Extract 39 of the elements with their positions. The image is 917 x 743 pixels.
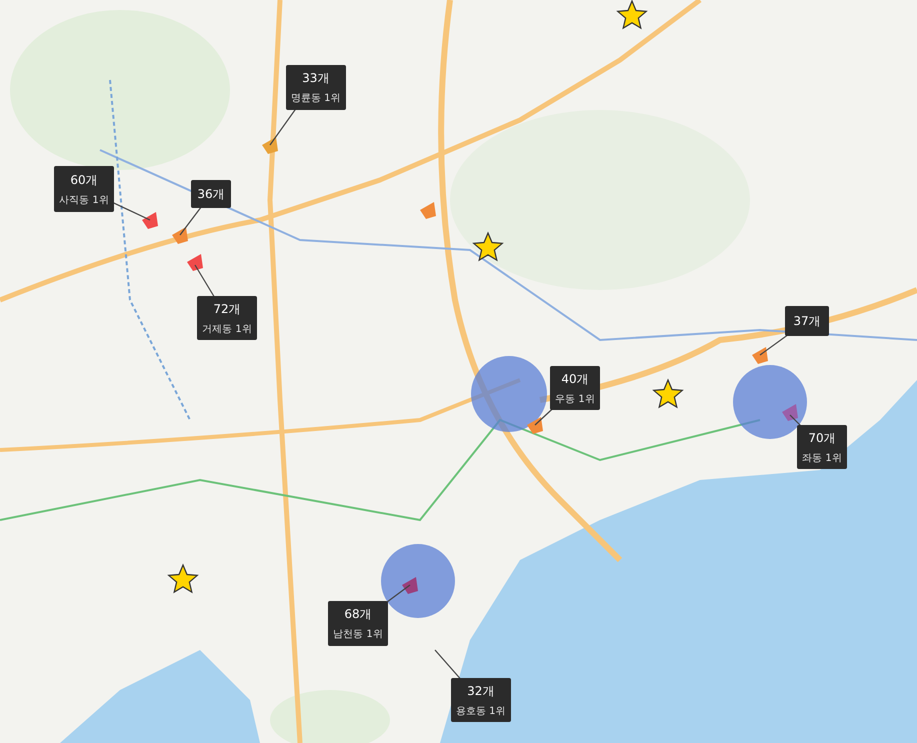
area-shape	[527, 417, 543, 434]
count-label: 37개	[793, 312, 821, 330]
star-icon[interactable]	[472, 231, 504, 262]
rank-label: 사직동 1위	[59, 194, 109, 206]
area-shape	[262, 137, 278, 154]
count-label: 40개	[561, 370, 589, 388]
count-label: 70개	[808, 430, 836, 446]
area-shape	[782, 404, 798, 421]
count-callout[interactable]: 72개 거제동 1위	[197, 296, 257, 340]
count-callout[interactable]: 33개 명륜동 1위	[286, 65, 346, 110]
star-icon[interactable]	[652, 378, 684, 408]
star-icon[interactable]	[616, 0, 648, 30]
count-label: 33개	[302, 70, 330, 87]
area-shape	[187, 254, 203, 271]
count-callout[interactable]: 37개	[785, 306, 829, 336]
count-callout[interactable]: 60개 사직동 1위	[54, 166, 114, 212]
count-label: 36개	[197, 186, 225, 202]
star-icon[interactable]	[167, 563, 199, 594]
area-shape	[752, 347, 768, 364]
count-callout[interactable]: 32개 용호동 1위	[451, 678, 511, 722]
count-callout[interactable]: 70개 좌동 1위	[797, 425, 847, 469]
count-callout[interactable]: 40개 우동 1위	[550, 366, 600, 410]
area-shape	[142, 212, 158, 229]
count-callout[interactable]: 68개 남천동 1위	[328, 601, 388, 646]
rank-label: 거제동 1위	[202, 322, 252, 336]
area-shape	[172, 227, 188, 244]
rank-label: 명륜동 1위	[291, 92, 341, 105]
count-callout[interactable]: 36개	[191, 180, 231, 208]
rank-label: 용호동 1위	[456, 704, 506, 718]
area-shape	[420, 202, 436, 219]
count-label: 32개	[467, 682, 494, 700]
area-shape	[402, 577, 418, 594]
count-label: 68개	[344, 606, 372, 623]
rank-label: 우동 1위	[555, 392, 595, 406]
count-label: 72개	[213, 300, 241, 318]
map-view[interactable]: 33개 명륜동 1위 60개 사직동 1위 36개 72개 거제동 1위 40개 우동 1위 37개 70개 좌동 1위 68개 남천동 1위 32개 용호동 1위	[0, 0, 917, 743]
rank-label: 좌동 1위	[802, 452, 842, 464]
rank-label: 남천동 1위	[333, 628, 383, 641]
count-label: 60개	[70, 172, 98, 188]
